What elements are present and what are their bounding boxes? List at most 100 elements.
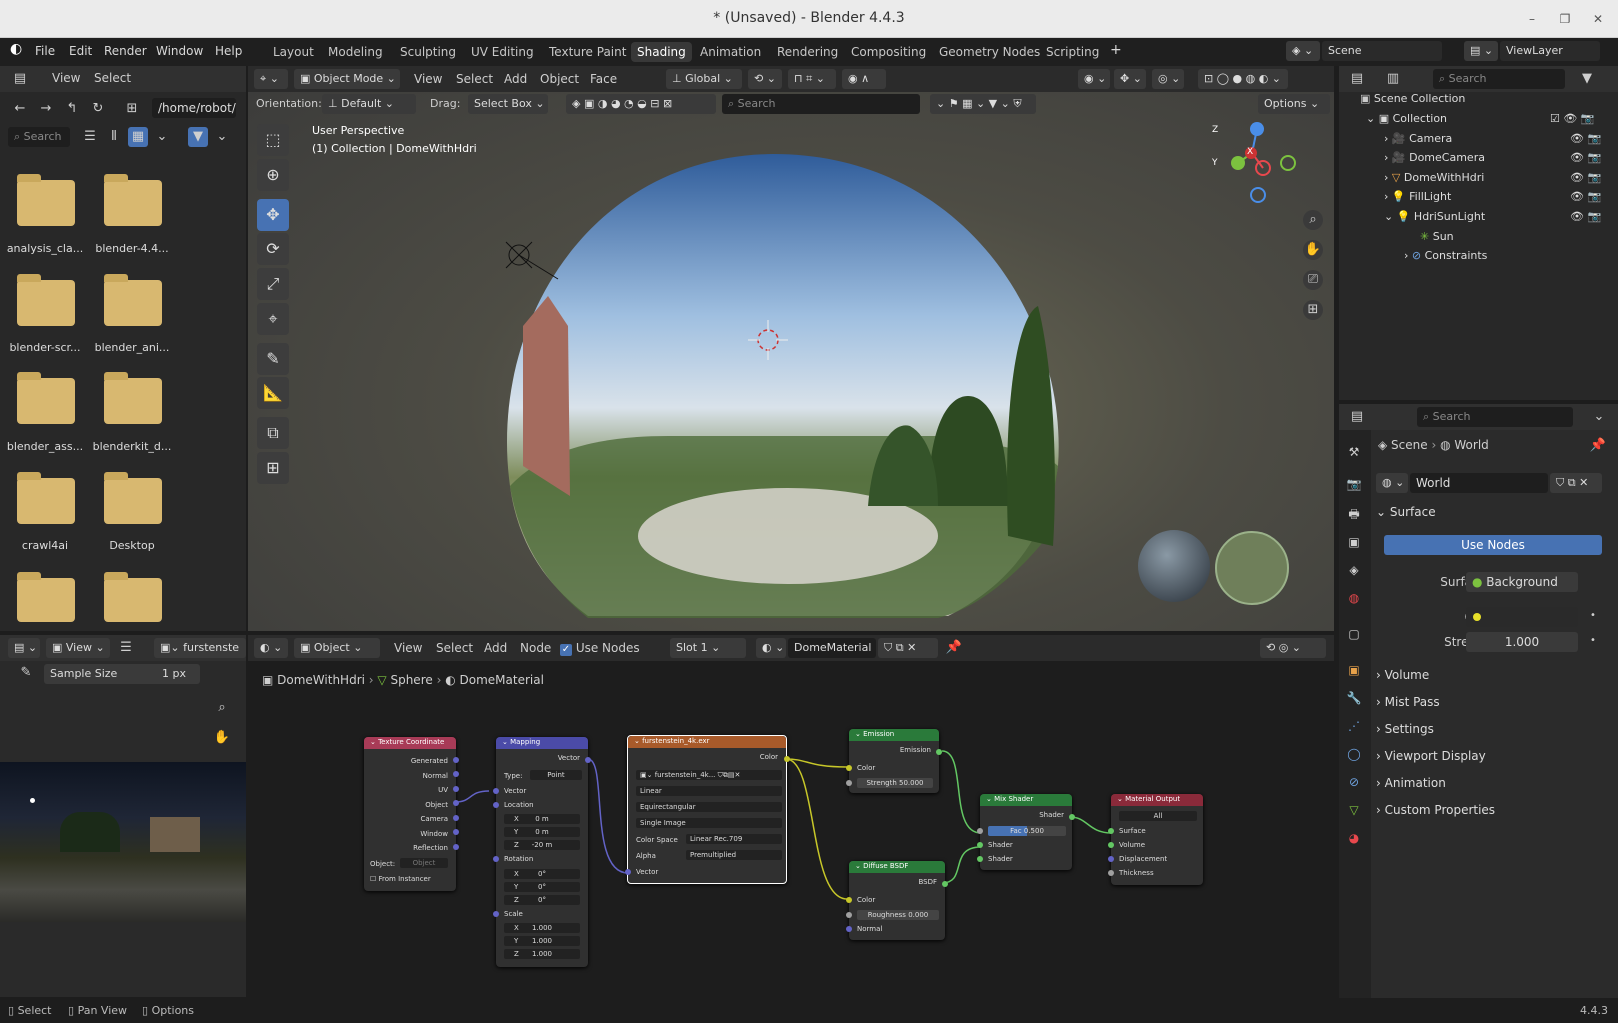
viewport-3d[interactable]: Z X Y User Perspective (1) Collection | …: [248, 66, 1334, 631]
node-image-texture[interactable]: ⌄ furstenstein_4k.exr Color ▣⌄ furstenst…: [625, 735, 790, 884]
field-value[interactable]: 0°: [538, 896, 546, 904]
tab-rendering[interactable]: Rendering: [771, 42, 844, 62]
socket[interactable]: [493, 911, 499, 917]
image-view-dropdown[interactable]: ▣ View ⌄: [46, 638, 110, 658]
zoom-icon[interactable]: ⌕: [1303, 210, 1323, 230]
image-file-field[interactable]: ▣⌄ furstenstein_4k... ⛉⧉▤✕: [636, 770, 782, 780]
file-item-label[interactable]: blender-scr...: [0, 341, 93, 354]
viewport-menu-select[interactable]: Select: [456, 72, 493, 86]
viewport-filter-icons[interactable]: ⌄ ⚑ ▦ ⌄ ▼ ⌄ ⛨: [930, 94, 1036, 114]
socket[interactable]: [453, 844, 459, 850]
refresh-icon[interactable]: ↻: [88, 99, 108, 119]
socket[interactable]: [1108, 870, 1114, 876]
node-editor-type-icon[interactable]: ◐ ⌄: [254, 638, 288, 658]
rotate-tool-icon[interactable]: ⟳: [257, 233, 289, 265]
visibility-icons[interactable]: 👁 📷: [1570, 210, 1601, 223]
viewport-editor-type-icon[interactable]: ⌖ ⌄: [254, 69, 288, 89]
world-tab-icon[interactable]: ◍: [1344, 588, 1364, 608]
object-mode-dropdown[interactable]: ▣ Object Mode ⌄: [294, 69, 400, 89]
overlay-icon[interactable]: ◎ ⌄: [1152, 69, 1184, 89]
viewport-display-panel[interactable]: › Viewport Display: [1376, 749, 1604, 771]
custom-properties-panel[interactable]: › Custom Properties: [1376, 803, 1604, 825]
scene-name-field[interactable]: Scene: [1322, 41, 1442, 61]
tab-geometry-nodes[interactable]: Geometry Nodes: [933, 42, 1046, 62]
tool-tab-icon[interactable]: ⚒: [1344, 442, 1364, 462]
move-tool-icon[interactable]: ✥: [257, 199, 289, 231]
collection-row[interactable]: ⌄ ▣ Collection: [1366, 112, 1447, 132]
socket[interactable]: [936, 749, 942, 755]
socket[interactable]: [977, 828, 983, 834]
surface-panel-header[interactable]: ⌄ Surface: [1376, 505, 1604, 527]
node-menu-add[interactable]: Add: [484, 641, 507, 655]
field-value[interactable]: 0 m: [535, 815, 549, 823]
filter-icon[interactable]: ▼: [188, 127, 208, 147]
field-value[interactable]: 0°: [538, 883, 546, 891]
particles-tab-icon[interactable]: ⋰: [1344, 716, 1364, 736]
node-menu-node[interactable]: Node: [520, 641, 551, 655]
add-workspace-icon[interactable]: +: [1110, 42, 1122, 58]
node-mapping[interactable]: ⌄ Mapping Vector Type: Point Vector Loca…: [493, 737, 591, 967]
viewport-menu-face[interactable]: Face: [590, 72, 617, 86]
socket[interactable]: [453, 815, 459, 821]
socket[interactable]: [784, 756, 790, 762]
data-tab-icon[interactable]: ▽: [1344, 800, 1364, 820]
folder-icon[interactable]: [104, 274, 162, 326]
visibility-icons[interactable]: 👁 📷: [1570, 190, 1601, 203]
output-target-dropdown[interactable]: All: [1119, 811, 1197, 821]
file-item-label[interactable]: Desktop: [84, 539, 180, 552]
mapping-type-dropdown[interactable]: Point: [530, 770, 582, 780]
documents-folder-icon[interactable]: [17, 572, 75, 622]
folder-icon[interactable]: [17, 372, 75, 424]
socket[interactable]: [846, 926, 852, 932]
socket[interactable]: [942, 881, 948, 887]
display-mode-icon[interactable]: ▥: [1383, 69, 1403, 89]
file-item-label[interactable]: crawl4ai: [0, 539, 93, 552]
folder-icon[interactable]: [17, 472, 75, 524]
drag-dropdown[interactable]: Select Box ⌄: [468, 94, 548, 114]
constraints-tab-icon[interactable]: ⊘: [1344, 772, 1364, 792]
columns-view-icon[interactable]: ⫴: [104, 127, 124, 147]
shading-modes-icon[interactable]: ⊡ ◯ ● ◍ ◐ ⌄: [1198, 69, 1288, 89]
field-value[interactable]: 0°: [538, 870, 546, 878]
shader-type-dropdown[interactable]: ▣ Object ⌄: [294, 638, 380, 658]
close-icon[interactable]: ✕: [1588, 9, 1608, 29]
roughness-field[interactable]: Roughness 0.000: [857, 910, 939, 920]
file-search-input[interactable]: ⌕ Search: [8, 127, 70, 147]
eyedropper-icon[interactable]: ✎: [16, 663, 36, 683]
material-actions-icons[interactable]: ⛉ ⧉ ✕: [878, 638, 938, 658]
field-value[interactable]: 1.000: [532, 937, 552, 945]
camera-view-icon[interactable]: ⎚: [1303, 270, 1323, 290]
tab-compositing[interactable]: Compositing: [845, 42, 932, 62]
tab-texture-paint[interactable]: Texture Paint: [543, 42, 632, 62]
fac-field[interactable]: Fac 0.500: [988, 826, 1066, 836]
orientation-dropdown[interactable]: ⊥ Default ⌄: [322, 94, 416, 114]
collection-checkbox-icon[interactable]: ☑ 👁 📷: [1550, 112, 1595, 125]
pivot-icon[interactable]: ⟲ ⌄: [748, 69, 782, 89]
outliner-item-camera[interactable]: › 🎥 Camera: [1384, 132, 1452, 152]
proportional-edit-icon[interactable]: ◉ ∧: [842, 69, 886, 89]
node-mix-shader[interactable]: ⌄ Mix Shader Shader Fac 0.500 Shader Sha…: [977, 794, 1075, 870]
alpha-dropdown[interactable]: Premultiplied: [686, 850, 782, 860]
desktop-folder-icon[interactable]: [104, 472, 162, 524]
use-nodes-checkbox[interactable]: ✓ Use Nodes: [560, 641, 640, 656]
object-tab-icon[interactable]: ▣: [1344, 660, 1364, 680]
maximize-icon[interactable]: ❐: [1555, 9, 1575, 29]
outliner-item-hdrisunlight[interactable]: ⌄ 💡 HdriSunLight: [1384, 210, 1485, 230]
measure-tool-icon[interactable]: 📐: [257, 377, 289, 409]
scene-tab-icon[interactable]: ◈: [1344, 560, 1364, 580]
image-pan-icon[interactable]: ✋: [212, 728, 232, 748]
menu-file[interactable]: File: [35, 44, 55, 58]
file-menu-select[interactable]: Select: [94, 71, 131, 85]
tab-layout[interactable]: Layout: [267, 42, 320, 62]
scene-selector-icon[interactable]: ◈ ⌄: [1286, 41, 1320, 61]
editor-type-icon[interactable]: ▤: [10, 69, 30, 89]
select-mode-icons[interactable]: ◈ ▣ ◑ ◕ ◔ ◒ ⊟ ⊠: [566, 94, 716, 114]
folder-icon[interactable]: [104, 372, 162, 424]
list-view-icon[interactable]: ☰: [80, 127, 100, 147]
thumbnail-view-icon[interactable]: ▦: [128, 127, 148, 147]
node-texture-coordinate[interactable]: ⌄ Texture Coordinate Generated Normal UV…: [364, 737, 459, 891]
socket[interactable]: [493, 788, 499, 794]
socket[interactable]: [846, 912, 852, 918]
viewlayer-field[interactable]: ViewLayer: [1500, 41, 1600, 61]
field-value[interactable]: 1.000: [532, 950, 552, 958]
